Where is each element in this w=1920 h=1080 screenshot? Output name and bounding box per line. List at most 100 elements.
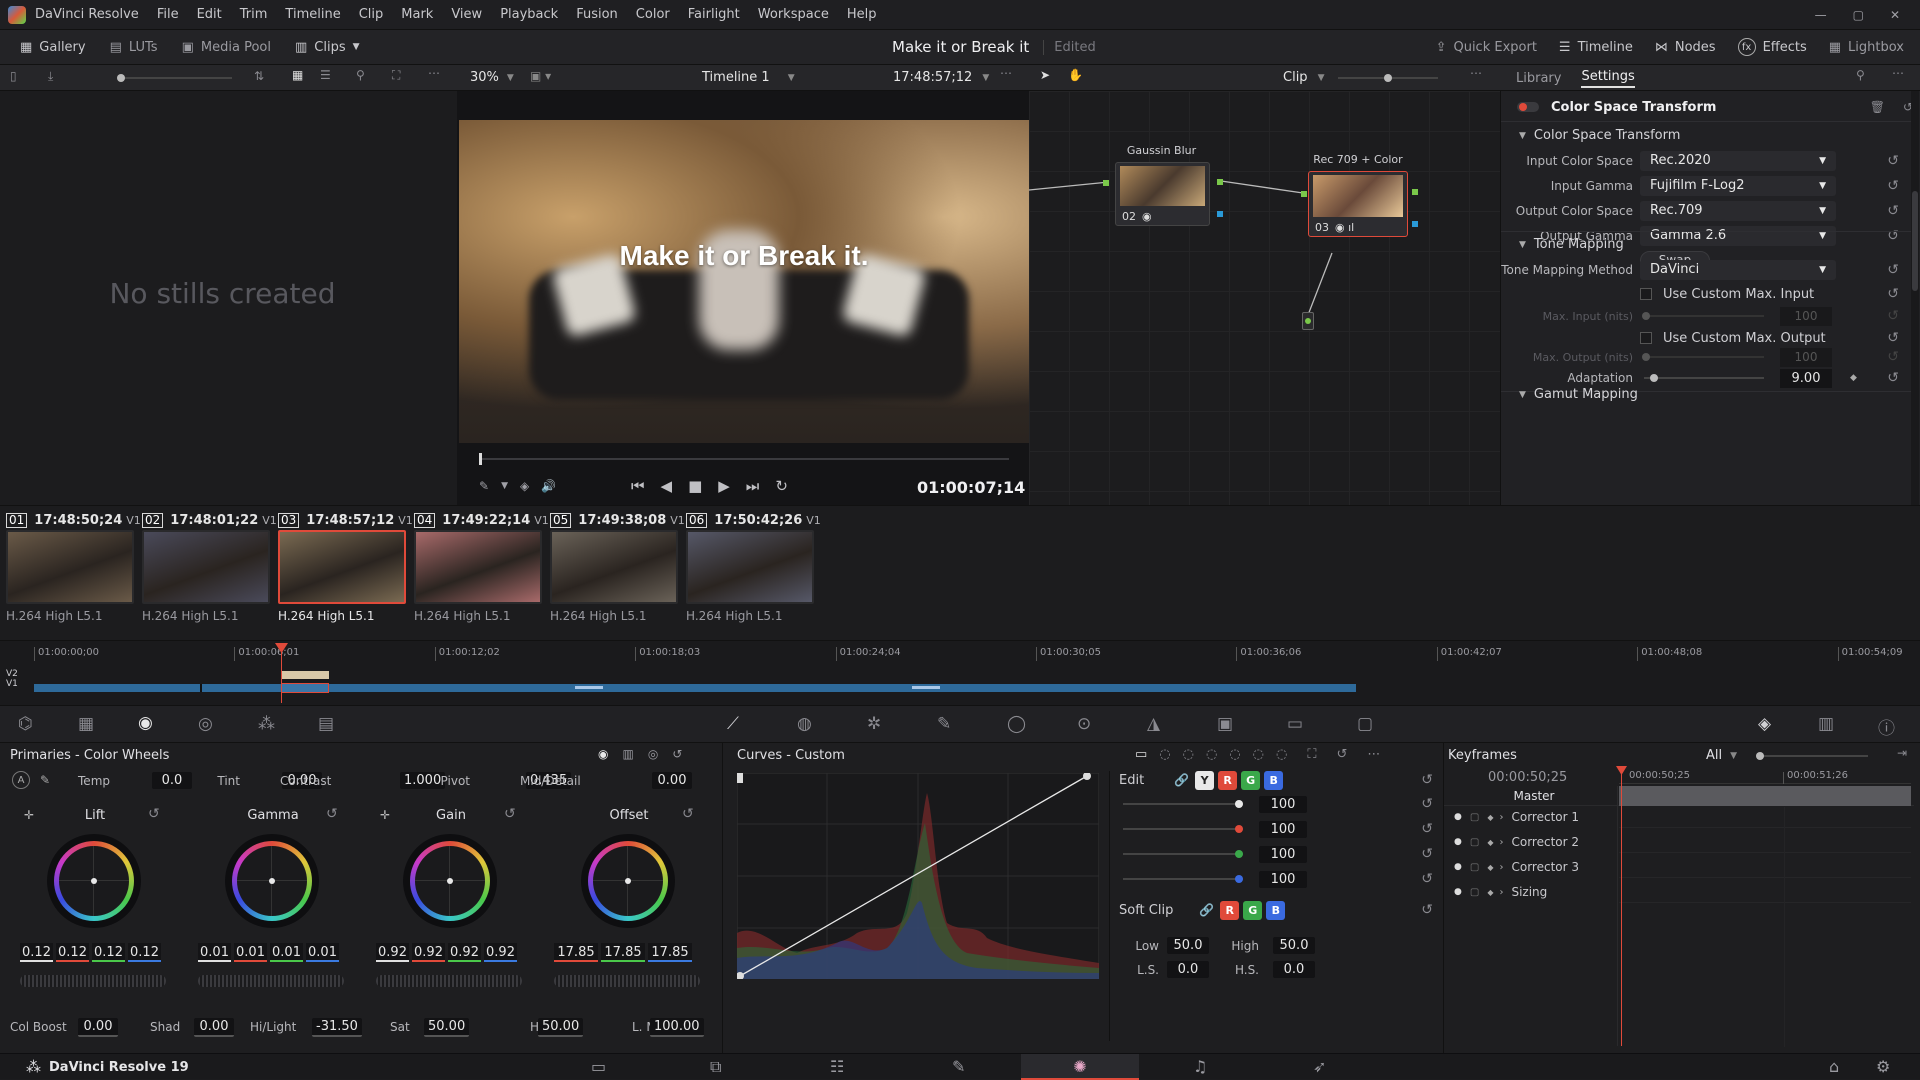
quick-export-button[interactable]: ⇪ Quick Export [1436, 40, 1537, 55]
lock-icon[interactable]: ▢ [1470, 837, 1479, 848]
node-output-icon[interactable] [1412, 189, 1418, 195]
close-icon[interactable]: ✕ [1890, 8, 1900, 22]
color-wheel-ring[interactable] [581, 834, 675, 928]
layers-icon[interactable]: ◈ [520, 479, 529, 493]
wheel-value[interactable]: 17.85 [601, 943, 645, 962]
reset-icon[interactable]: ↺ [1887, 349, 1899, 365]
chevron-down-icon[interactable]: ▼ [1318, 73, 1325, 83]
clip-thumbnail[interactable] [6, 530, 134, 604]
node-alpha-icon[interactable] [1217, 211, 1223, 217]
curves-icon[interactable]: ⟋ [727, 714, 739, 734]
lock-icon[interactable]: ▢ [1470, 812, 1479, 823]
reset-icon[interactable]: ↺ [1421, 796, 1433, 812]
param-value[interactable]: 0.00 [194, 1018, 234, 1037]
wheel-value[interactable]: 0.92 [484, 943, 517, 962]
deliver-page-icon[interactable]: ➶ [1313, 1057, 1326, 1076]
reset-icon[interactable]: ↺ [1887, 330, 1899, 346]
media-pool-button[interactable]: ▣ Media Pool [182, 40, 271, 55]
lock-icon[interactable]: ▢ [1470, 862, 1479, 873]
keyframe-playhead[interactable] [1621, 766, 1622, 1046]
keyframe-diamond-icon[interactable]: ◆ [1487, 888, 1493, 897]
reset-icon[interactable]: ↺ [1887, 203, 1899, 219]
color-match-icon[interactable]: ▦ [78, 714, 94, 734]
chevron-down-icon[interactable]: ▼ [1730, 751, 1737, 761]
tab-settings[interactable]: Settings [1581, 69, 1635, 88]
output-gamma-dropdown[interactable]: Gamma 2.6 ▼ [1640, 225, 1836, 246]
section-header[interactable]: ▼ Gamut Mapping [1519, 387, 1638, 402]
clip-thumbnail[interactable] [142, 530, 270, 604]
fullscreen-icon[interactable]: ⛶ [392, 68, 400, 83]
color-warper-icon[interactable]: ◍ [797, 714, 812, 734]
gallery-zoom-slider[interactable] [117, 74, 232, 82]
viewer-layout-icon[interactable]: ▣ ▾ [530, 69, 551, 83]
keyframe-row[interactable]: ● ▢ ◆ › Corrector 2 [1444, 832, 1914, 853]
expand-icon[interactable]: ⛶ [1307, 747, 1316, 762]
log-mode-icon[interactable]: ◎ [648, 747, 658, 761]
custom-curve-icon[interactable]: ▭ [1135, 747, 1147, 762]
chevron-down-icon[interactable]: ▼ [501, 481, 508, 491]
skip-to-start-icon[interactable]: ⏮ [631, 477, 645, 495]
hdr-wheels-icon[interactable]: ◎ [198, 714, 213, 734]
keyframe-zoom-slider[interactable] [1756, 752, 1868, 760]
search-icon[interactable]: ⚲ [356, 68, 365, 82]
menu-item-fairlight[interactable]: Fairlight [688, 7, 740, 22]
sizing-icon[interactable]: ▢ [1357, 714, 1373, 734]
wheel-value[interactable]: 0.01 [234, 943, 267, 962]
fairlight-page-icon[interactable]: ♫ [1193, 1057, 1207, 1076]
keyframe-row[interactable]: ● ▢ ◆ › Sizing [1444, 882, 1914, 903]
channel-intensity-slider[interactable] [1123, 850, 1243, 858]
channel-intensity-value[interactable]: 100 [1259, 845, 1307, 863]
param-value[interactable]: 0.0 [152, 772, 192, 789]
effects-toggle-button[interactable]: fx Effects [1737, 38, 1807, 56]
max-input-value[interactable]: 100 [1780, 306, 1832, 326]
custom-max-output-checkbox[interactable] [1640, 332, 1652, 344]
reset-icon[interactable]: ↺ [1421, 772, 1433, 788]
menu-item-edit[interactable]: Edit [197, 7, 222, 22]
reset-icon[interactable]: ↺ [504, 806, 516, 822]
channel-button-y[interactable]: Y [1195, 770, 1215, 790]
channel-button-b[interactable]: B [1264, 770, 1284, 790]
menu-item-timeline[interactable]: Timeline [285, 7, 340, 22]
keyframe-diamond-icon[interactable]: ◆ [1487, 813, 1493, 822]
node-alpha-icon[interactable] [1412, 221, 1418, 227]
zoom-level[interactable]: 30% [470, 70, 499, 85]
high-value[interactable]: 50.0 [1273, 937, 1315, 954]
hs-value[interactable]: 0.0 [1273, 961, 1315, 978]
channel-button-g[interactable]: G [1241, 770, 1261, 790]
master-wheel-slider[interactable] [554, 975, 700, 987]
menu-item-file[interactable]: File [157, 7, 179, 22]
clip-thumbnail[interactable] [686, 530, 814, 604]
import-still-icon[interactable]: ⤓ [48, 69, 53, 84]
menu-item-fusion[interactable]: Fusion [576, 7, 618, 22]
more-options-icon[interactable]: ⋯ [1000, 66, 1012, 80]
channel-intensity-slider[interactable] [1123, 875, 1243, 883]
v2-track-clip[interactable] [281, 671, 329, 679]
node-input-icon[interactable] [1301, 191, 1307, 197]
reset-icon[interactable]: ↺ [326, 806, 338, 822]
sort-icon[interactable]: ⇅ [254, 69, 264, 83]
bars-mode-icon[interactable]: ▥ [622, 747, 633, 761]
node-editor[interactable]: Gaussin Blur 02 ◉ Rec 709 + Color ... 03… [1029, 91, 1500, 505]
chevron-right-icon[interactable]: › [1499, 812, 1503, 823]
wheel-value[interactable]: 0.12 [128, 943, 161, 962]
settings-gear-icon[interactable]: ⚙ [1876, 1057, 1890, 1076]
keyframe-row[interactable]: ● ▢ ◆ › Corrector 3 [1444, 857, 1914, 878]
menu-item-view[interactable]: View [451, 7, 482, 22]
chevron-down-icon[interactable]: ▼ [788, 73, 795, 83]
node-input-icon[interactable] [1103, 180, 1109, 186]
more-options-icon[interactable]: ⋯ [428, 66, 440, 80]
low-value[interactable]: 50.0 [1167, 937, 1209, 954]
pointer-icon[interactable]: ➤ [1040, 68, 1050, 82]
edit-page-icon[interactable]: ☷ [830, 1057, 844, 1076]
color-wheel-ring[interactable] [47, 834, 141, 928]
adaptation-value[interactable]: 9.00 [1780, 368, 1832, 388]
chevron-right-icon[interactable]: › [1499, 887, 1503, 898]
keyframe-master-row[interactable]: Master [1444, 786, 1914, 806]
clip-thumbnail[interactable] [550, 530, 678, 604]
lock-icon[interactable]: ▢ [1470, 887, 1479, 898]
node-mode[interactable]: Clip [1283, 70, 1308, 85]
eyedropper-icon[interactable]: ✎ [479, 479, 489, 493]
wheel-puck[interactable] [269, 878, 275, 884]
wheel-value[interactable]: 17.85 [554, 943, 598, 962]
clip-item[interactable]: 01 17:48:50;24 V1 H.264 High L5.1 [6, 510, 141, 623]
